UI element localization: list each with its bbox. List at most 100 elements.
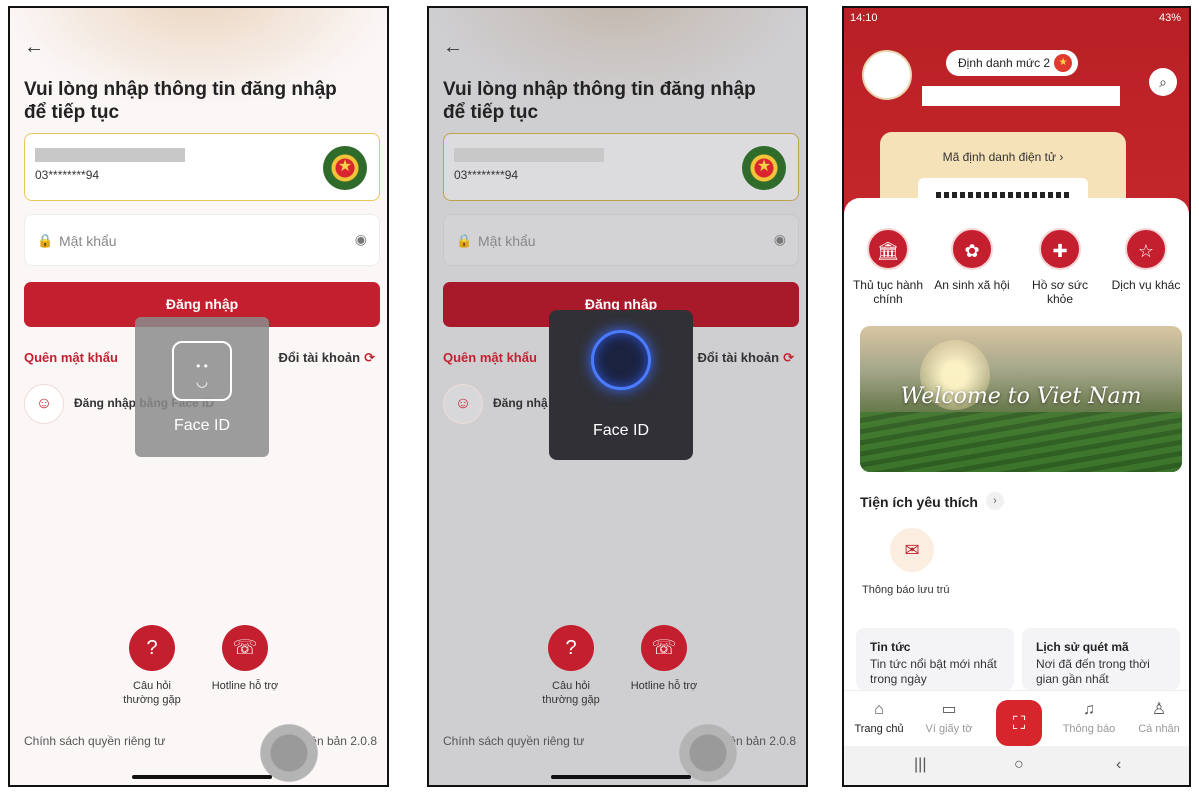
face-id-login-link[interactable]: Đăng nhậ: [493, 396, 548, 410]
police-emblem-icon: [323, 146, 367, 190]
face-id-popup-label: Face ID: [592, 422, 649, 439]
privacy-link[interactable]: Chính sách quyền riêng tư: [443, 734, 584, 748]
identity-level-label: Định danh mức 2: [958, 56, 1051, 70]
star-icon: ☆: [1125, 228, 1167, 270]
avatar[interactable]: [862, 50, 912, 100]
favorite-label: Thông báo lưu trú: [862, 584, 950, 596]
service-label: An sinh xã hội: [934, 278, 1010, 292]
privacy-link[interactable]: Chính sách quyền riêng tư: [24, 734, 165, 748]
news-card[interactable]: Tin tức Tin tức nổi bật mới nhất trong n…: [856, 628, 1014, 690]
service-health-records[interactable]: ✚ Hồ sơ sức khỏe: [1020, 228, 1100, 306]
blurred-name: [35, 148, 185, 162]
status-battery: 43%: [1158, 12, 1181, 24]
login-screen-scanning: ← Vui lòng nhập thông tin đăng nhập để t…: [427, 6, 808, 787]
blurred-name: [454, 148, 604, 162]
forgot-password-link[interactable]: Quên mật khẩu: [443, 350, 537, 365]
password-field[interactable]: 🔒 Mật khẩu ◉: [24, 214, 380, 266]
faq-button[interactable]: ? Câu hỏi thường gặp: [536, 625, 606, 707]
login-screen: ← Vui lòng nhập thông tin đăng nhập để t…: [8, 6, 389, 787]
wallet-icon: ▭: [941, 701, 957, 718]
back-arrow-icon[interactable]: ←: [24, 36, 44, 59]
welcome-banner[interactable]: Welcome to Viet Nam: [860, 326, 1182, 472]
face-id-scan-icon: [591, 330, 651, 390]
lock-icon: 🔒: [456, 233, 473, 248]
lock-icon: 🔒: [37, 233, 54, 248]
question-icon: ?: [129, 625, 175, 671]
nav-notifications[interactable]: ♫ Thông báo: [1056, 701, 1122, 735]
favorites-title: Tiện ích yêu thích: [860, 494, 978, 510]
login-heading: Vui lòng nhập thông tin đăng nhập để tiế…: [24, 79, 337, 123]
service-social-security[interactable]: ✿ An sinh xã hội: [932, 228, 1012, 292]
service-label: Thủ tục hành chính: [852, 278, 924, 306]
back-icon[interactable]: ‹: [1116, 756, 1121, 774]
switch-account-link[interactable]: Đổi tài khoản ⟳: [278, 350, 375, 366]
switch-account-link[interactable]: Đổi tài khoản ⟳: [697, 350, 794, 366]
shield-icon: ★: [1054, 54, 1073, 72]
service-label: Hồ sơ sức khỏe: [1032, 278, 1088, 306]
refresh-icon: ⟳: [783, 350, 794, 365]
account-card[interactable]: 03********94: [443, 133, 799, 201]
history-title: Lịch sử quét mã: [1036, 640, 1129, 654]
login-heading: Vui lòng nhập thông tin đăng nhập để tiế…: [443, 79, 756, 123]
face-id-icon[interactable]: ☺: [24, 384, 64, 424]
hotline-button[interactable]: ☏ Hotline hỗ trợ: [629, 625, 699, 693]
refresh-icon: ⟳: [364, 350, 375, 365]
face-scan-icon: [172, 341, 232, 401]
hotline-button[interactable]: ☏ Hotline hỗ trợ: [210, 625, 280, 693]
system-nav-bar: ||| ○ ‹: [844, 746, 1189, 785]
scan-history-card[interactable]: Lịch sử quét mã Nơi đã đến trong thời gi…: [1022, 628, 1180, 690]
back-arrow-icon[interactable]: ←: [443, 36, 463, 59]
faq-label: Câu hỏi thường gặp: [123, 680, 181, 706]
health-shield-icon: ✚: [1039, 228, 1081, 270]
home-icon: ⌂: [874, 701, 884, 718]
status-time: 14:10: [850, 12, 878, 24]
nav-label: Cá nhân: [1138, 723, 1180, 735]
eye-toggle-icon[interactable]: ◉: [355, 231, 367, 248]
home-screen: 14:10 43% Định danh mức 2 ★ ⌕ Mã định da…: [842, 6, 1191, 787]
service-admin-procedures[interactable]: 🏛 Thủ tục hành chính: [848, 228, 928, 306]
eye-toggle-icon[interactable]: ◉: [774, 231, 786, 248]
flower-icon: ✿: [951, 228, 993, 270]
favorite-residence-notice[interactable]: ✉ Thông báo lưu trú: [862, 528, 972, 596]
forgot-password-link[interactable]: Quên mật khẩu: [24, 350, 118, 365]
hotline-label: Hotline hỗ trợ: [211, 680, 279, 692]
account-number: 03********94: [35, 168, 100, 182]
identity-level-badge[interactable]: Định danh mức 2 ★: [946, 50, 1079, 76]
switch-account-label: Đổi tài khoản: [278, 350, 361, 365]
password-placeholder: Mật khẩu: [478, 233, 536, 249]
headset-icon: ☏: [641, 625, 687, 671]
account-number: 03********94: [454, 168, 519, 182]
nav-label: Trang chủ: [854, 723, 904, 735]
news-desc: Tin tức nổi bật mới nhất trong ngày: [870, 657, 997, 686]
faq-label: Câu hỏi thường gặp: [542, 680, 600, 706]
search-icon[interactable]: ⌕: [1149, 68, 1177, 96]
service-other[interactable]: ☆ Dịch vụ khác: [1106, 228, 1186, 292]
service-label: Dịch vụ khác: [1111, 278, 1181, 292]
hotline-label: Hotline hỗ trợ: [630, 680, 698, 692]
touch-indicator: [260, 724, 318, 782]
face-id-popup-label: Face ID: [173, 417, 230, 434]
home-indicator: [132, 775, 272, 779]
faq-button[interactable]: ? Câu hỏi thường gặp: [117, 625, 187, 707]
nav-home[interactable]: ⌂ Trang chủ: [846, 701, 912, 735]
nav-profile[interactable]: ♙ Cá nhân: [1126, 701, 1189, 735]
face-id-icon[interactable]: ☺: [443, 384, 483, 424]
chevron-right-icon[interactable]: ›: [986, 492, 1004, 510]
touch-indicator: [679, 724, 737, 782]
account-card[interactable]: 03********94: [24, 133, 380, 201]
face-id-popup: Face ID: [135, 317, 269, 457]
password-field[interactable]: 🔒 Mật khẩu ◉: [443, 214, 799, 266]
electronic-id-label: Mã định danh điện tử ›: [942, 150, 1064, 164]
bell-icon: ♫: [1083, 701, 1095, 718]
recent-apps-icon[interactable]: |||: [914, 756, 926, 774]
question-icon: ?: [548, 625, 594, 671]
building-icon: 🏛: [867, 228, 909, 270]
tea-field: [860, 412, 1182, 472]
nav-wallet[interactable]: ▭ Ví giấy tờ: [916, 701, 982, 735]
nav-label: Ví giấy tờ: [925, 723, 973, 735]
notice-icon: ✉: [890, 528, 934, 572]
redacted-name: [922, 86, 1120, 106]
person-icon: ♙: [1151, 701, 1167, 718]
home-circle-icon[interactable]: ○: [1014, 756, 1024, 774]
scan-qr-button[interactable]: ⛶: [996, 700, 1042, 746]
